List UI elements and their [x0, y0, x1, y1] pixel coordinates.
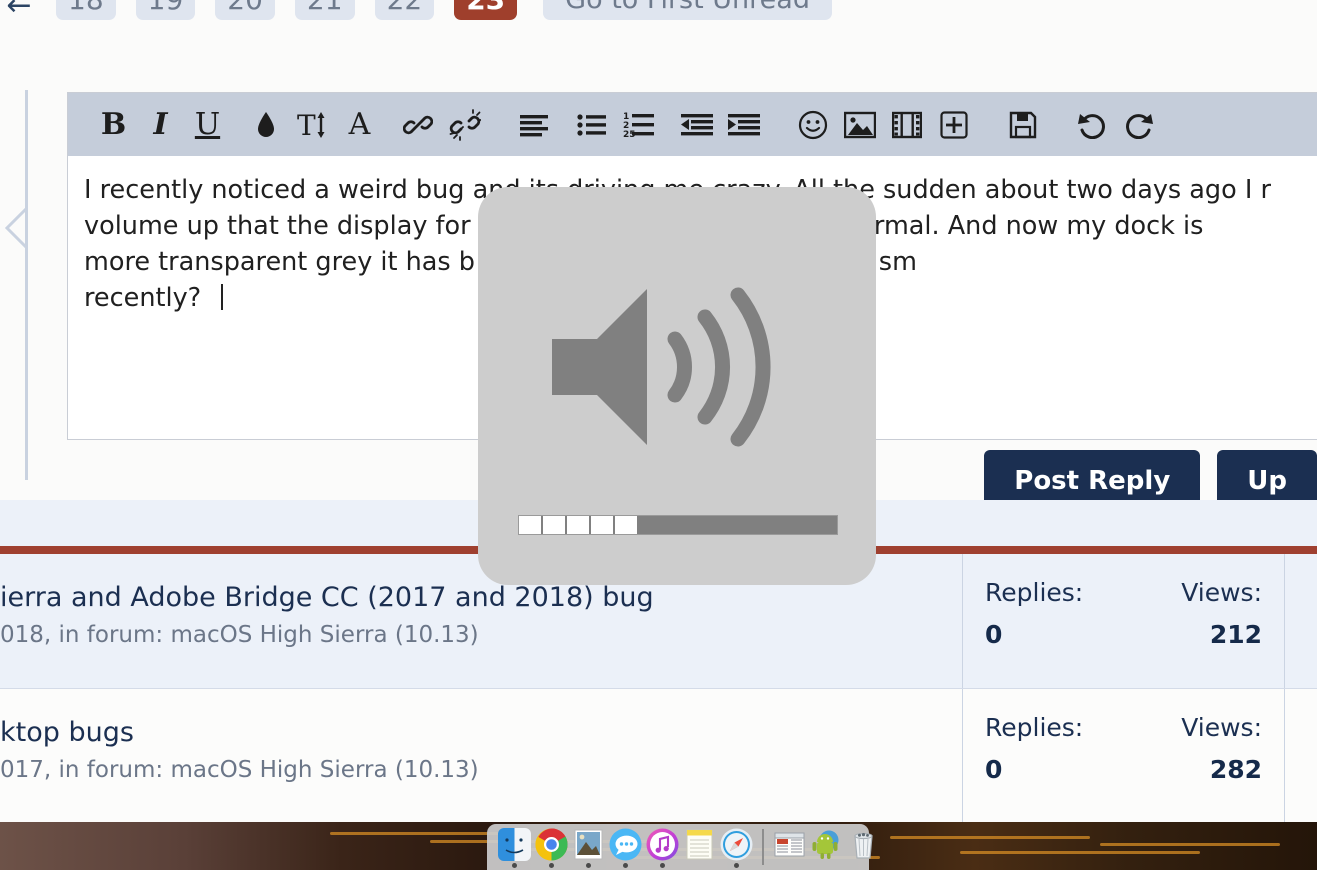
- replies-stat: Replies: 0: [963, 713, 1124, 823]
- insert-link-icon[interactable]: [394, 101, 441, 148]
- speaker-volume-icon: [478, 217, 876, 517]
- quote-rail: [25, 90, 28, 480]
- thread-stats: Replies: 0 Views: 282: [962, 689, 1284, 823]
- dock-item-messages[interactable]: [607, 825, 644, 869]
- thread-title[interactable]: ierra and Adobe Bridge CC (2017 and 2018…: [0, 582, 962, 613]
- pagination-bar: ← 18 19 20 21 22 23 Go to First Unread: [0, 0, 1317, 60]
- thread-summary[interactable]: ktop bugs 017, in forum: macOS High Sier…: [0, 689, 962, 823]
- chevron-left-icon: [5, 207, 29, 249]
- smilie-icon[interactable]: [789, 101, 836, 148]
- bold-icon[interactable]: B: [90, 101, 137, 148]
- redo-icon[interactable]: [1115, 101, 1162, 148]
- text-caret: [221, 284, 224, 310]
- notes-icon: [683, 828, 716, 861]
- volume-segment-empty: [543, 516, 567, 534]
- finder-icon: [498, 828, 531, 861]
- dock-item-document-window[interactable]: [771, 825, 808, 869]
- itunes-icon: [646, 828, 679, 861]
- insert-image-icon[interactable]: [836, 101, 883, 148]
- views-value: 282: [1209, 755, 1262, 784]
- page-button-18[interactable]: 18: [56, 0, 116, 20]
- page-button-19[interactable]: 19: [135, 0, 196, 20]
- trash-icon: [847, 828, 880, 861]
- volume-segment-empty: [519, 516, 543, 534]
- thread-title[interactable]: ktop bugs: [0, 717, 962, 748]
- screen-root: ← 18 19 20 21 22 23 Go to First Unread B…: [0, 0, 1317, 870]
- dock-item-chrome[interactable]: [533, 825, 570, 869]
- dock-item-safari[interactable]: [718, 825, 755, 869]
- running-indicator: [734, 863, 739, 868]
- left-arrow-icon[interactable]: ←: [2, 0, 36, 26]
- indent-icon[interactable]: [720, 101, 767, 148]
- chrome-icon: [535, 828, 568, 861]
- replies-stat: Replies: 0: [963, 578, 1124, 688]
- replies-label: Replies:: [985, 713, 1084, 742]
- running-indicator: [660, 863, 665, 868]
- text-color-icon[interactable]: [242, 101, 289, 148]
- dock-item-notes[interactable]: [681, 825, 718, 869]
- thread-row-tail: [1284, 689, 1317, 823]
- page-button-20[interactable]: 20: [215, 0, 275, 20]
- dock-separator: [762, 829, 764, 865]
- format-toolbar: B I U T A 1 2 25: [68, 93, 1317, 156]
- insert-more-icon[interactable]: [930, 101, 977, 148]
- thread-meta: 018, in forum: macOS High Sierra (10.13): [0, 622, 479, 648]
- draft-save-icon[interactable]: [999, 101, 1046, 148]
- dock-item-android-studio[interactable]: [808, 825, 845, 869]
- volume-segment-empty: [591, 516, 615, 534]
- running-indicator: [549, 863, 554, 868]
- font-size-icon[interactable]: T: [289, 101, 336, 148]
- android-studio-icon: [810, 828, 843, 861]
- numbered-list-icon[interactable]: 1 2 25: [615, 101, 662, 148]
- safari-icon: [720, 828, 753, 861]
- preview-photo-icon: [572, 828, 605, 861]
- dock-item-finder[interactable]: [496, 825, 533, 869]
- volume-segment-empty: [615, 516, 639, 534]
- svg-text:T: T: [297, 109, 316, 141]
- running-indicator: [586, 863, 591, 868]
- table-row[interactable]: ktop bugs 017, in forum: macOS High Sier…: [0, 689, 1317, 824]
- page-button-21[interactable]: 21: [294, 0, 355, 20]
- messages-icon: [609, 828, 642, 861]
- volume-segment-empty: [567, 516, 591, 534]
- volume-level-bar: [518, 515, 838, 535]
- dock-item-trash[interactable]: [845, 825, 882, 869]
- views-stat: Views: 212: [1124, 578, 1285, 688]
- dock-item-preview[interactable]: [570, 825, 607, 869]
- running-indicator: [623, 863, 628, 868]
- macos-dock: [487, 824, 873, 870]
- font-family-icon[interactable]: A: [336, 101, 383, 148]
- bullet-list-icon[interactable]: [568, 101, 615, 148]
- unlink-icon[interactable]: [441, 101, 488, 148]
- undo-icon[interactable]: [1068, 101, 1115, 148]
- views-label: Views:: [1181, 713, 1262, 742]
- running-indicator: [512, 863, 517, 868]
- italic-icon[interactable]: I: [137, 101, 184, 148]
- underline-icon[interactable]: U: [184, 101, 231, 148]
- goto-first-unread-button[interactable]: Go to First Unread: [543, 0, 832, 20]
- replies-label: Replies:: [985, 578, 1084, 607]
- thread-row-tail: [1284, 554, 1317, 688]
- thread-meta: 017, in forum: macOS High Sierra (10.13): [0, 757, 479, 783]
- page-button-22[interactable]: 22: [374, 0, 435, 20]
- align-left-icon[interactable]: [510, 101, 557, 148]
- insert-media-icon[interactable]: [883, 101, 930, 148]
- thread-stats: Replies: 0 Views: 212: [962, 554, 1284, 688]
- dock-item-itunes[interactable]: [644, 825, 681, 869]
- outdent-icon[interactable]: [673, 101, 720, 148]
- document-window-icon: [773, 828, 806, 861]
- views-label: Views:: [1181, 578, 1262, 607]
- editor-line-4-text: recently?: [84, 283, 210, 313]
- views-stat: Views: 282: [1124, 713, 1285, 823]
- views-value: 212: [1209, 620, 1262, 649]
- page-button-23-current[interactable]: 23: [454, 0, 518, 20]
- replies-value: 0: [985, 620, 1003, 649]
- volume-osd: [478, 187, 876, 585]
- replies-value: 0: [985, 755, 1003, 784]
